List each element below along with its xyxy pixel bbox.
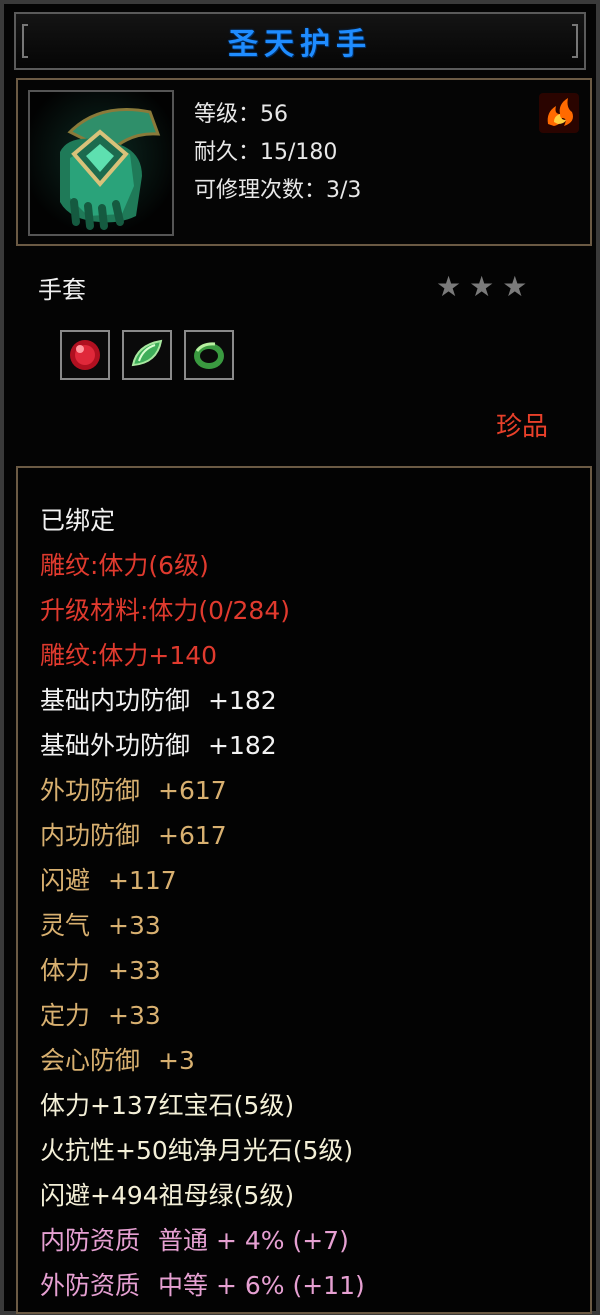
- attribute-row: 会心防御 +3: [40, 1046, 195, 1075]
- item-stats: 等级：56 耐久：15/180 可修理次数：3/3: [194, 96, 361, 210]
- jade-ring-icon: [194, 342, 224, 369]
- item-info-panel: 等级：56 耐久：15/180 可修理次数：3/3: [16, 78, 592, 246]
- title-bar: 圣天护手: [14, 12, 586, 70]
- attributes-panel: 已绑定 雕纹:体力(6级) 升级材料:体力(0/284) 雕纹:体力+140 基…: [16, 466, 592, 1314]
- attribute-row: 已绑定: [40, 506, 116, 535]
- attribute-row: 雕纹:体力(6级): [40, 551, 209, 580]
- gem-socket-3[interactable]: [184, 330, 234, 380]
- attribute-row: 基础外功防御 +182: [40, 731, 277, 760]
- durability-label: 耐久：: [194, 140, 261, 165]
- ruby-gem-icon: [70, 340, 100, 370]
- star-icon: ★: [502, 270, 528, 303]
- attribute-row: 体力+137红宝石(5级): [40, 1091, 295, 1120]
- title-corner-left: [22, 24, 28, 58]
- attribute-row: 灵气 +33: [40, 911, 161, 940]
- attribute-list: 已绑定 雕纹:体力(6级) 升级材料:体力(0/284) 雕纹:体力+140 基…: [40, 498, 365, 1308]
- attribute-row: 外功防御 +617: [40, 776, 227, 805]
- star-rating: ★ ★ ★: [436, 270, 527, 304]
- attribute-row: 定力 +33: [40, 1001, 161, 1030]
- level-label: 等级：: [194, 102, 261, 127]
- attribute-row: 雕纹:体力+140: [40, 641, 218, 670]
- rarity-label: 珍品: [496, 412, 549, 442]
- item-title: 圣天护手: [228, 27, 372, 62]
- repair-value: 3/3: [326, 178, 362, 203]
- star-icon: ★: [469, 270, 495, 303]
- title-corner-right: [572, 24, 578, 58]
- level-value: 56: [260, 102, 289, 127]
- durability-row: 耐久：15/180: [194, 134, 361, 172]
- item-type: 手套: [38, 276, 86, 304]
- attribute-row: 闪避+494祖母绿(5级): [40, 1181, 295, 1210]
- attribute-row: 体力 +33: [40, 956, 161, 985]
- attribute-row: 火抗性+50纯净月光石(5级): [40, 1136, 354, 1165]
- durability-value: 15/180: [260, 140, 338, 165]
- gem-sockets: [60, 330, 234, 380]
- repair-label: 可修理次数：: [194, 178, 327, 203]
- star-icon: ★: [436, 270, 462, 303]
- attribute-row: 升级材料:体力(0/284): [40, 596, 290, 625]
- fire-element-icon: [538, 92, 580, 134]
- attribute-row: 内防资质 普通 + 4% (+7): [40, 1226, 349, 1255]
- item-tooltip: 圣天护手 等级：56 耐久：15/180 可修理次数：3/3 手套 ★ ★ ★ …: [0, 0, 600, 1315]
- repair-row: 可修理次数：3/3: [194, 172, 361, 210]
- level-row: 等级：56: [194, 96, 361, 134]
- attribute-row: 闪避 +117: [40, 866, 177, 895]
- item-icon-slot: [28, 90, 174, 236]
- attribute-row: 内功防御 +617: [40, 821, 227, 850]
- attribute-row: 基础内功防御 +182: [40, 686, 277, 715]
- emerald-gem-icon: [131, 339, 163, 367]
- gem-socket-1[interactable]: [60, 330, 110, 380]
- gauntlet-icon: [60, 108, 161, 230]
- attribute-row: 外防资质 中等 + 6% (+11): [40, 1271, 365, 1300]
- gem-socket-2[interactable]: [122, 330, 172, 380]
